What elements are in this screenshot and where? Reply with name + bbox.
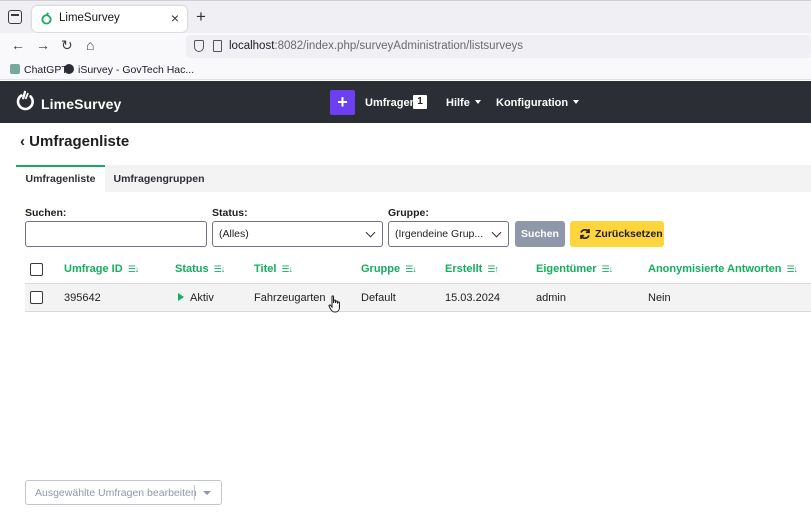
isurvey-icon [64,64,74,74]
sort-icon: ☰↓ [405,264,417,274]
col-label: Status [175,263,209,275]
reset-button-label: Zurücksetzen [595,228,663,240]
col-owner[interactable]: Eigentümer ☰↓ [536,263,614,275]
bulk-edit-button[interactable]: Ausgewählte Umfragen bearbeiten [25,480,222,505]
group-select[interactable]: (Irgendeine Grup... [388,221,509,247]
sort-icon: ☰↑ [487,264,499,274]
new-tab-icon[interactable]: + [196,7,206,27]
refresh-icon [580,229,590,239]
cell-survey-id: 395642 [64,292,101,304]
menu-surveys[interactable]: Umfragen [365,97,416,109]
browser-tab-limesurvey[interactable]: LimeSurvey × [32,6,187,32]
divider [194,485,195,500]
shield-icon[interactable] [194,40,204,52]
sort-icon: ☰↓ [601,264,614,274]
app-header: LimeSurvey + Umfragen 1 Hilfe Konfigurat… [0,81,811,123]
home-icon[interactable]: ⌂ [86,37,94,53]
caret-down-icon [573,100,580,104]
browser-tab-title: LimeSurvey [59,12,120,24]
browser-nav-bar: ← → ↻ ⌂ localhost:8082/index.php/surveyA… [0,33,811,60]
page-info-icon[interactable] [213,40,222,52]
col-title[interactable]: Titel ☰↓ [254,263,293,275]
col-label: Umfrage ID [64,263,123,275]
sort-icon: ☰↓ [213,264,226,274]
limesurvey-logo-icon[interactable] [14,90,36,112]
select-all-checkbox[interactable] [30,263,43,276]
bookmarks-bar: ChatGPT iSurvey - GovTech Hac... [0,60,811,80]
col-created[interactable]: Erstellt ☰↑ [445,263,499,275]
bookmark-label: ChatGPT [24,64,68,76]
menu-help[interactable]: Hilfe [446,97,481,109]
col-label: Anonymisierte Antworten [648,263,782,275]
col-anonymized[interactable]: Anonymisierte Antworten ☰↓ [648,263,798,275]
tab-survey-list[interactable]: Umfragenliste [16,165,105,192]
hand-cursor-icon [328,295,340,313]
col-label: Gruppe [361,263,401,275]
tab-list-icon[interactable] [8,10,22,24]
limesurvey-favicon-icon [41,12,52,25]
forward-arrow-icon[interactable]: → [36,37,50,53]
tab-survey-groups[interactable]: Umfragengruppen [105,165,213,192]
col-survey-id[interactable]: Umfrage ID ☰↓ [64,263,140,275]
cell-status: Aktiv [178,292,214,304]
search-button[interactable]: Suchen [515,221,565,247]
page-tabs: Umfragenliste Umfragengruppen [16,165,811,192]
status-text: Aktiv [190,292,214,304]
menu-configuration[interactable]: Konfiguration [496,97,580,109]
surveys-count-badge: 1 [413,95,427,109]
url-path: :8082/index.php/surveyAdministration/lis… [274,40,524,52]
bookmark-label: iSurvey - GovTech Hac... [78,64,195,76]
page-title[interactable]: ‹ Umfragenliste [20,133,129,150]
cell-group: Default [361,292,396,304]
cell-title[interactable]: Fahrzeugarten [254,292,326,304]
status-select[interactable]: (Alles) [212,221,383,247]
chatgpt-icon [10,64,20,74]
page-title-text: Umfragenliste [29,133,130,150]
chevron-down-icon [491,227,502,238]
cell-created: 15.03.2024 [445,292,501,304]
sort-icon: ☰↓ [786,264,798,274]
sort-icon: ☰↓ [127,264,140,274]
bookmark-isurvey[interactable]: iSurvey - GovTech Hac... [64,64,194,76]
close-tab-icon[interactable]: × [171,10,179,26]
search-label: Suchen: [25,207,67,219]
col-group[interactable]: Gruppe ☰↓ [361,263,417,275]
cell-anonymized: Nein [648,292,671,304]
url-bar[interactable]: localhost:8082/index.php/surveyAdministr… [186,35,811,58]
sort-icon: ☰↓ [281,264,293,274]
menu-help-label: Hilfe [446,97,470,109]
create-survey-button[interactable]: + [330,90,355,115]
reset-button[interactable]: Zurücksetzen [570,221,664,247]
url-host: localhost [229,40,275,52]
browser-tab-bar: LimeSurvey × + [0,0,811,33]
url-text: localhost:8082/index.php/surveyAdministr… [229,40,523,52]
chevron-down-icon [365,227,376,238]
back-chevron-icon[interactable]: ‹ [20,133,25,150]
back-arrow-icon[interactable]: ← [11,37,25,53]
col-status[interactable]: Status ☰↓ [175,263,226,275]
col-label: Erstellt [445,263,483,275]
caret-down-icon[interactable] [203,491,211,495]
caret-down-icon [474,100,481,104]
col-label: Eigentümer [536,263,597,275]
status-select-value: (Alles) [219,228,249,240]
reload-icon[interactable]: ↻ [61,37,73,54]
status-label: Status: [212,207,248,219]
cell-owner: admin [536,292,566,304]
logo-text[interactable]: LimeSurvey [41,96,121,112]
group-label: Gruppe: [388,207,429,219]
col-label: Titel [254,263,277,275]
active-play-icon [178,293,184,301]
table-header: Umfrage ID ☰↓ Status ☰↓ Titel ☰↓ Gruppe ☰↓ E… [25,255,811,283]
group-select-value: (Irgendeine Grup... [395,228,484,240]
table-row[interactable]: 395642 Aktiv Fahrzeugarten Default 15.03… [25,283,811,312]
bulk-edit-label: Ausgewählte Umfragen bearbeiten [35,487,197,499]
menu-config-label: Konfiguration [496,97,569,109]
bookmark-chatgpt[interactable]: ChatGPT [10,64,68,76]
row-checkbox[interactable] [30,291,43,304]
search-input[interactable] [25,221,207,247]
